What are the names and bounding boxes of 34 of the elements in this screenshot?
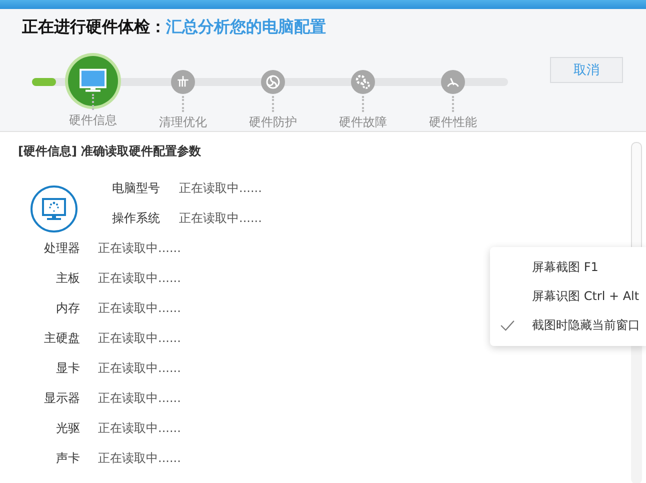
step-label: 硬件信息 bbox=[69, 112, 117, 129]
menu-item[interactable]: 屏幕识图 Ctrl + Alt bbox=[500, 282, 640, 311]
step-label: 清理优化 bbox=[159, 114, 207, 131]
field-label: 电脑型号 bbox=[112, 180, 161, 196]
field-value: 正在读取中...... bbox=[98, 390, 181, 406]
field-value: 正在读取中...... bbox=[98, 360, 181, 376]
menu-item-label: 屏幕截图 F1 bbox=[532, 259, 598, 276]
field-label: 处理器 bbox=[43, 240, 80, 256]
field-label: 显示器 bbox=[43, 390, 80, 406]
field-label: 操作系统 bbox=[112, 210, 161, 226]
menu-item-label: 截图时隐藏当前窗口 bbox=[532, 317, 640, 334]
step-label: 硬件性能 bbox=[429, 114, 477, 131]
field-label: 主板 bbox=[55, 270, 80, 286]
field-value: 正在读取中...... bbox=[98, 270, 181, 286]
field-value: 正在读取中...... bbox=[98, 240, 181, 256]
field-value: 正在读取中...... bbox=[179, 180, 262, 196]
step-label: 硬件故障 bbox=[339, 114, 387, 131]
page-title: 正在进行硬件体检：汇总分析您的电脑配置 bbox=[22, 17, 327, 38]
menu-item[interactable]: 屏幕截图 F1 bbox=[500, 253, 640, 282]
field-value: 正在读取中...... bbox=[98, 300, 181, 316]
field-value: 正在读取中...... bbox=[179, 210, 262, 226]
field-value: 正在读取中...... bbox=[98, 330, 181, 346]
menu-item-label: 屏幕识图 Ctrl + Alt bbox=[532, 288, 640, 305]
field-value: 正在读取中...... bbox=[98, 450, 181, 466]
menu-item[interactable]: 截图时隐藏当前窗口 bbox=[500, 311, 640, 340]
field-label: 声卡 bbox=[55, 450, 80, 466]
field-label: 内存 bbox=[55, 300, 80, 316]
field-label: 主硬盘 bbox=[43, 330, 80, 346]
field-label: 光驱 bbox=[55, 420, 80, 436]
field-label: 显卡 bbox=[55, 360, 80, 376]
computer-icon bbox=[30, 185, 78, 233]
field-value: 正在读取中...... bbox=[98, 420, 181, 436]
section-title: [硬件信息] 准确读取硬件配置参数 bbox=[18, 143, 202, 160]
step-label: 硬件防护 bbox=[249, 114, 297, 131]
